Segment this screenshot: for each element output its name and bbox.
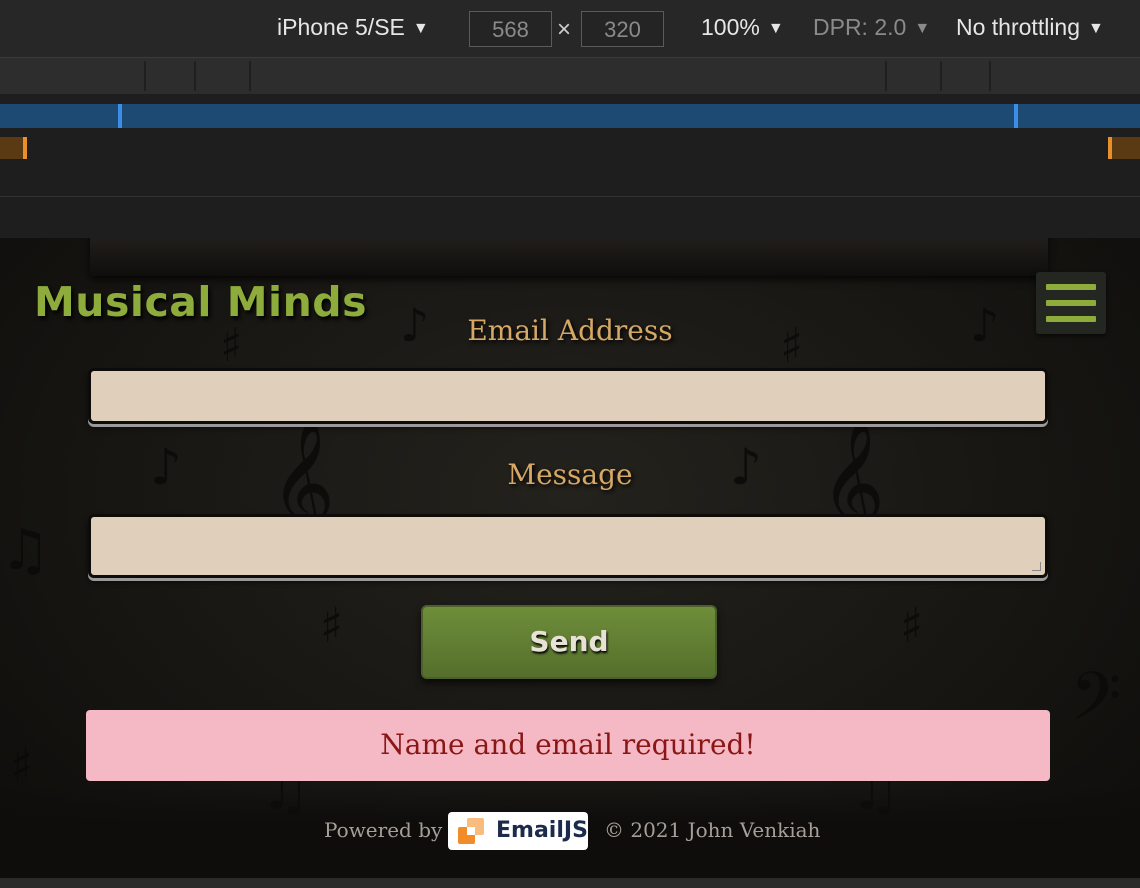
mq-tick [118,104,122,128]
error-alert: Name and email required! [86,710,1050,781]
message-field-wrapper [88,514,1048,578]
emailjs-logo-icon [458,818,484,844]
message-field[interactable] [91,517,1045,575]
mq-tick [23,137,27,159]
email-field[interactable] [91,371,1045,421]
mq-segment[interactable] [144,61,146,91]
copyright-text: © 2021 John Venkiah [604,818,821,842]
dpr-select-label: DPR: 2.0 [813,14,907,40]
viewport-width-input[interactable]: 568 [469,11,552,47]
mq-segment[interactable] [249,61,251,91]
powered-by-text: Powered by [324,818,443,842]
zoom-caret-icon: ▼ [767,20,784,37]
send-button[interactable]: Send [421,605,717,679]
email-field-wrapper [88,368,1048,424]
ruler-divider [0,196,1140,197]
mq-segment[interactable] [989,61,991,91]
emailjs-badge[interactable]: EmailJS [448,812,588,850]
beamed-notes-icon: ♫ [0,518,51,583]
dpr-select[interactable]: DPR: 2.0 ▼ [813,14,930,41]
devtools-bottom-strip [0,878,1140,888]
devtools-device-toolbar: iPhone 5/SE ▼ 568 × 320 100% ▼ DPR: 2.0 ▼ N… [0,0,1140,58]
mq-tick [1108,137,1112,159]
hamburger-menu-icon [1046,284,1096,290]
throttling-caret-icon: ▼ [1088,20,1104,37]
mq-segment[interactable] [194,61,196,91]
form-card-top-edge [90,238,1048,276]
media-query-bar-min-width[interactable] [0,137,1140,159]
throttling-select-label: No throttling [956,14,1081,40]
resize-grip-icon[interactable] [1032,562,1041,571]
message-label: Message [507,458,633,491]
mq-segment[interactable] [940,61,942,91]
device-caret-icon: ▼ [412,20,429,37]
mq-segment[interactable] [1108,137,1140,159]
sharp-icon: ♯ [900,598,924,654]
emailjs-badge-label: EmailJS [496,818,588,843]
mq-segment[interactable] [885,61,887,91]
device-select[interactable]: iPhone 5/SE ▼ [277,14,429,41]
viewport-height-input[interactable]: 320 [581,11,664,47]
hamburger-menu-icon [1046,300,1096,306]
mq-tick [1014,104,1018,128]
zoom-select[interactable]: 100% ▼ [701,14,784,41]
dpr-caret-icon: ▼ [914,20,931,37]
device-select-label: iPhone 5/SE [277,14,405,40]
zoom-select-label: 100% [701,14,760,40]
email-label: Email Address [467,314,673,347]
dimension-separator: × [557,16,572,43]
media-query-bar-max-width[interactable] [0,58,1140,94]
bass-clef-icon: 𝄢 [1070,658,1122,751]
media-query-bar-min-max[interactable] [0,104,1140,128]
sharp-icon: ♯ [320,598,344,654]
emulated-viewport: ♪ ♯ ♯ ♪ 𝄞 𝄞 ♪ ♪ ♫ ♯ ♯ 𝄢 ♯ ♫ ♫ Musical Mi… [0,238,1140,878]
site-footer: Powered by EmailJS © 2021 John Venkiah [0,786,1140,878]
throttling-select[interactable]: No throttling ▼ [956,14,1104,41]
